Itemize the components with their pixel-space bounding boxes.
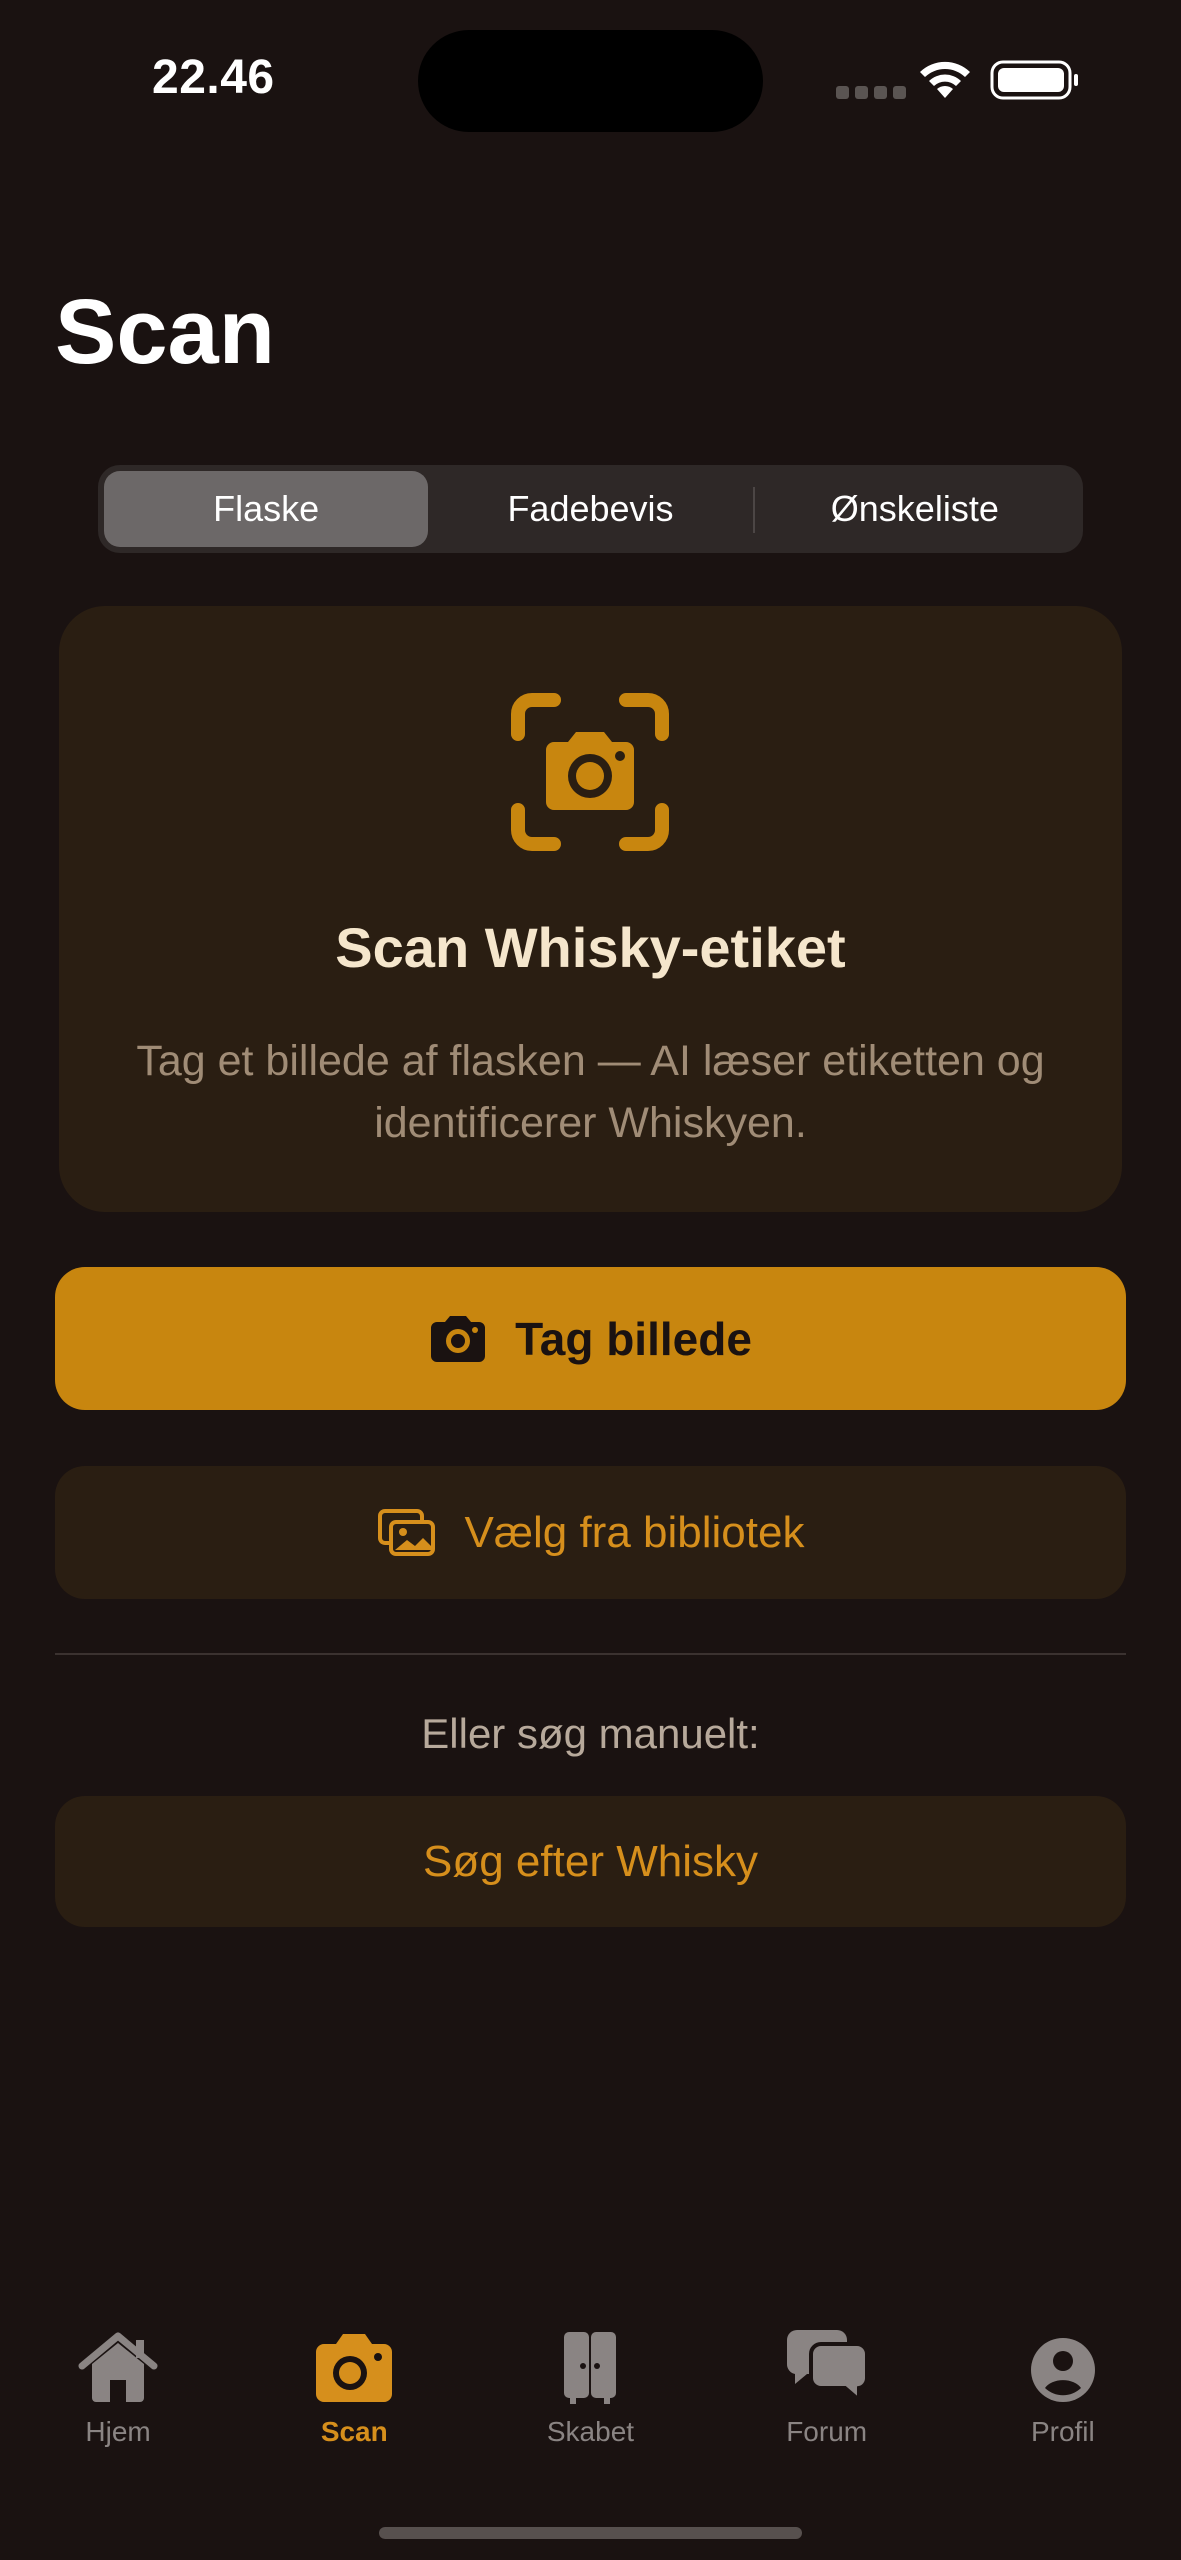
- segmented-control: Flaske Fadebevis Ønskeliste: [98, 465, 1083, 553]
- camera-icon: [431, 1315, 486, 1362]
- search-whisky-button[interactable]: Søg efter Whisky: [55, 1796, 1126, 1927]
- tab-label-skabet: Skabet: [546, 2416, 635, 2447]
- search-whisky-label: Søg efter Whisky: [423, 1836, 758, 1886]
- tab-bar: Hjem Scan Skabet Forum Profil: [0, 2330, 1181, 2480]
- tab-profil[interactable]: Profil: [945, 2330, 1181, 2480]
- page-title: Scan: [55, 281, 275, 383]
- cabinet-icon: [564, 2332, 617, 2404]
- house-icon: [78, 2332, 158, 2402]
- camera-viewfinder-icon: [511, 693, 669, 851]
- segment-fadebevis[interactable]: Fadebevis: [428, 471, 752, 547]
- camera-icon: [316, 2334, 393, 2402]
- choose-library-label: Vælg fra bibliotek: [464, 1507, 805, 1557]
- tab-skabet[interactable]: Skabet: [472, 2330, 708, 2480]
- wifi-icon: [920, 61, 970, 98]
- scan-card-title: Scan Whisky-etiket: [335, 916, 846, 979]
- status-time: 22.46: [152, 51, 275, 104]
- tab-label-hjem: Hjem: [85, 2416, 151, 2447]
- segment-divider: [753, 487, 755, 533]
- home-indicator[interactable]: [379, 2527, 802, 2539]
- photo-library-icon: [377, 1508, 435, 1556]
- segment-flaske[interactable]: Flaske: [104, 471, 429, 547]
- tab-label-scan: Scan: [320, 2416, 388, 2447]
- dynamic-island: [418, 30, 763, 132]
- take-photo-label: Tag billede: [515, 1312, 752, 1365]
- person-circle-icon: [1030, 2338, 1095, 2402]
- cellular-signal-icon: [836, 86, 906, 99]
- tab-forum[interactable]: Forum: [709, 2330, 945, 2480]
- section-divider: [55, 1653, 1126, 1655]
- battery-icon: [990, 60, 1078, 100]
- take-photo-button[interactable]: Tag billede: [55, 1267, 1126, 1410]
- choose-library-button[interactable]: Vælg fra bibliotek: [55, 1466, 1126, 1599]
- manual-search-prompt: Eller søg manuelt:: [421, 1710, 760, 1757]
- tab-hjem[interactable]: Hjem: [0, 2330, 236, 2480]
- tab-label-profil: Profil: [1030, 2416, 1095, 2447]
- scan-card-description: Tag et billede af flasken — AI læser eti…: [136, 1037, 1045, 1147]
- segment-onskeliste[interactable]: Ønskeliste: [753, 471, 1077, 547]
- chat-bubbles-icon: [786, 2330, 869, 2404]
- tab-label-forum: Forum: [786, 2416, 868, 2447]
- tab-scan[interactable]: Scan: [236, 2330, 472, 2480]
